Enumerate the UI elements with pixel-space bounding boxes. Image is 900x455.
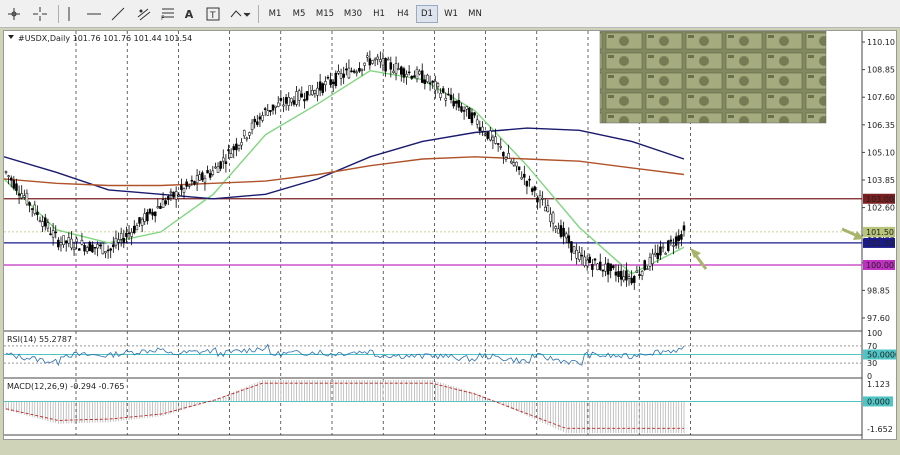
timeframe-m1[interactable]: M1 <box>264 5 286 23</box>
drawing-toolbar: F A T M1 M5 M15 M30 H1 H4 D1 W1 MN <box>0 0 900 28</box>
status-footer <box>0 440 900 455</box>
trendline-icon[interactable] <box>108 4 128 24</box>
macd-label: MACD(12,26,9) -0.294 -0.765 <box>7 382 124 391</box>
timeframe-w1[interactable]: W1 <box>440 5 462 23</box>
price-axis-label: 98.85 <box>867 286 890 295</box>
price-axis-label: 107.60 <box>867 93 895 102</box>
text-icon[interactable]: A <box>182 4 196 24</box>
rsi-label: RSI(14) 55.2787 <box>7 335 72 344</box>
ma-line-3 <box>4 156 685 187</box>
timeframe-h1[interactable]: H1 <box>368 5 390 23</box>
toolbar-separator <box>58 5 59 23</box>
collapse-icon[interactable] <box>8 35 14 39</box>
price-tag: 100.00 <box>866 261 894 270</box>
rsi-panel: RSI(14) 55.27871007050.0000300 <box>4 329 896 381</box>
chart-area[interactable]: 110.10 108.85 107.60 106.35 105.10 103.85 102.… <box>3 30 897 440</box>
price-tag: 101.00 <box>866 239 894 248</box>
channel-icon[interactable] <box>134 4 154 24</box>
price-axis-label: 103.85 <box>867 176 895 185</box>
ma-line-2 <box>4 127 685 200</box>
terminal-window: F A T M1 M5 M15 M30 H1 H4 D1 W1 MN 110.1… <box>0 0 900 455</box>
horizontal-levels <box>4 198 862 266</box>
price-axis-label: 105.10 <box>867 148 895 157</box>
toolbar-separator <box>258 5 259 23</box>
timeframe-d1[interactable]: D1 <box>416 5 438 23</box>
timeframe-m15[interactable]: M15 <box>312 5 338 23</box>
annotation-arrows <box>690 227 864 270</box>
timeframe-m30[interactable]: M30 <box>340 5 366 23</box>
price-tag: 101.50 <box>866 228 894 237</box>
horizontal-line-icon[interactable] <box>84 4 104 24</box>
fibonacci-icon[interactable]: F <box>158 4 178 24</box>
crosshair-icon[interactable] <box>4 4 24 24</box>
timeframe-mn[interactable]: MN <box>464 5 486 23</box>
timeframe-h4[interactable]: H4 <box>392 5 414 23</box>
vertical-line-icon[interactable] <box>62 4 76 24</box>
macd-level-label: -1.652 <box>867 425 893 434</box>
price-axis-label: 108.85 <box>867 66 895 75</box>
price-axis-label: 110.10 <box>867 38 895 47</box>
price-tag: 103.00 <box>866 195 894 204</box>
price-axis-label: 106.35 <box>867 121 895 130</box>
svg-text:F: F <box>161 15 165 21</box>
chart-header: #USDX,Daily 101.76 101.76 101.44 101.54 <box>18 34 192 43</box>
cursor-cross-icon[interactable] <box>30 4 50 24</box>
price-axis-label: 102.60 <box>867 204 895 213</box>
price-axis: 110.10 108.85 107.60 106.35 105.10 103.85 102.… <box>862 38 895 323</box>
arrows-icon[interactable] <box>228 4 252 24</box>
label-icon[interactable]: T <box>204 4 222 24</box>
rsi-level-label: 30 <box>867 359 877 368</box>
timeframe-m5[interactable]: M5 <box>288 5 310 23</box>
macd-panel: MACD(12,26,9) -0.294 -0.765 1.123 0.000 -1.… <box>4 380 893 434</box>
dollar-bills-image <box>599 31 827 124</box>
svg-text:T: T <box>209 11 216 21</box>
price-axis-label: 97.60 <box>867 314 890 323</box>
macd-level-label: 0.000 <box>867 397 890 406</box>
rsi-level-label: 100 <box>867 329 882 338</box>
price-chart[interactable]: 110.10 108.85 107.60 106.35 105.10 103.85 102.… <box>4 31 896 439</box>
macd-level-label: 1.123 <box>867 380 890 389</box>
